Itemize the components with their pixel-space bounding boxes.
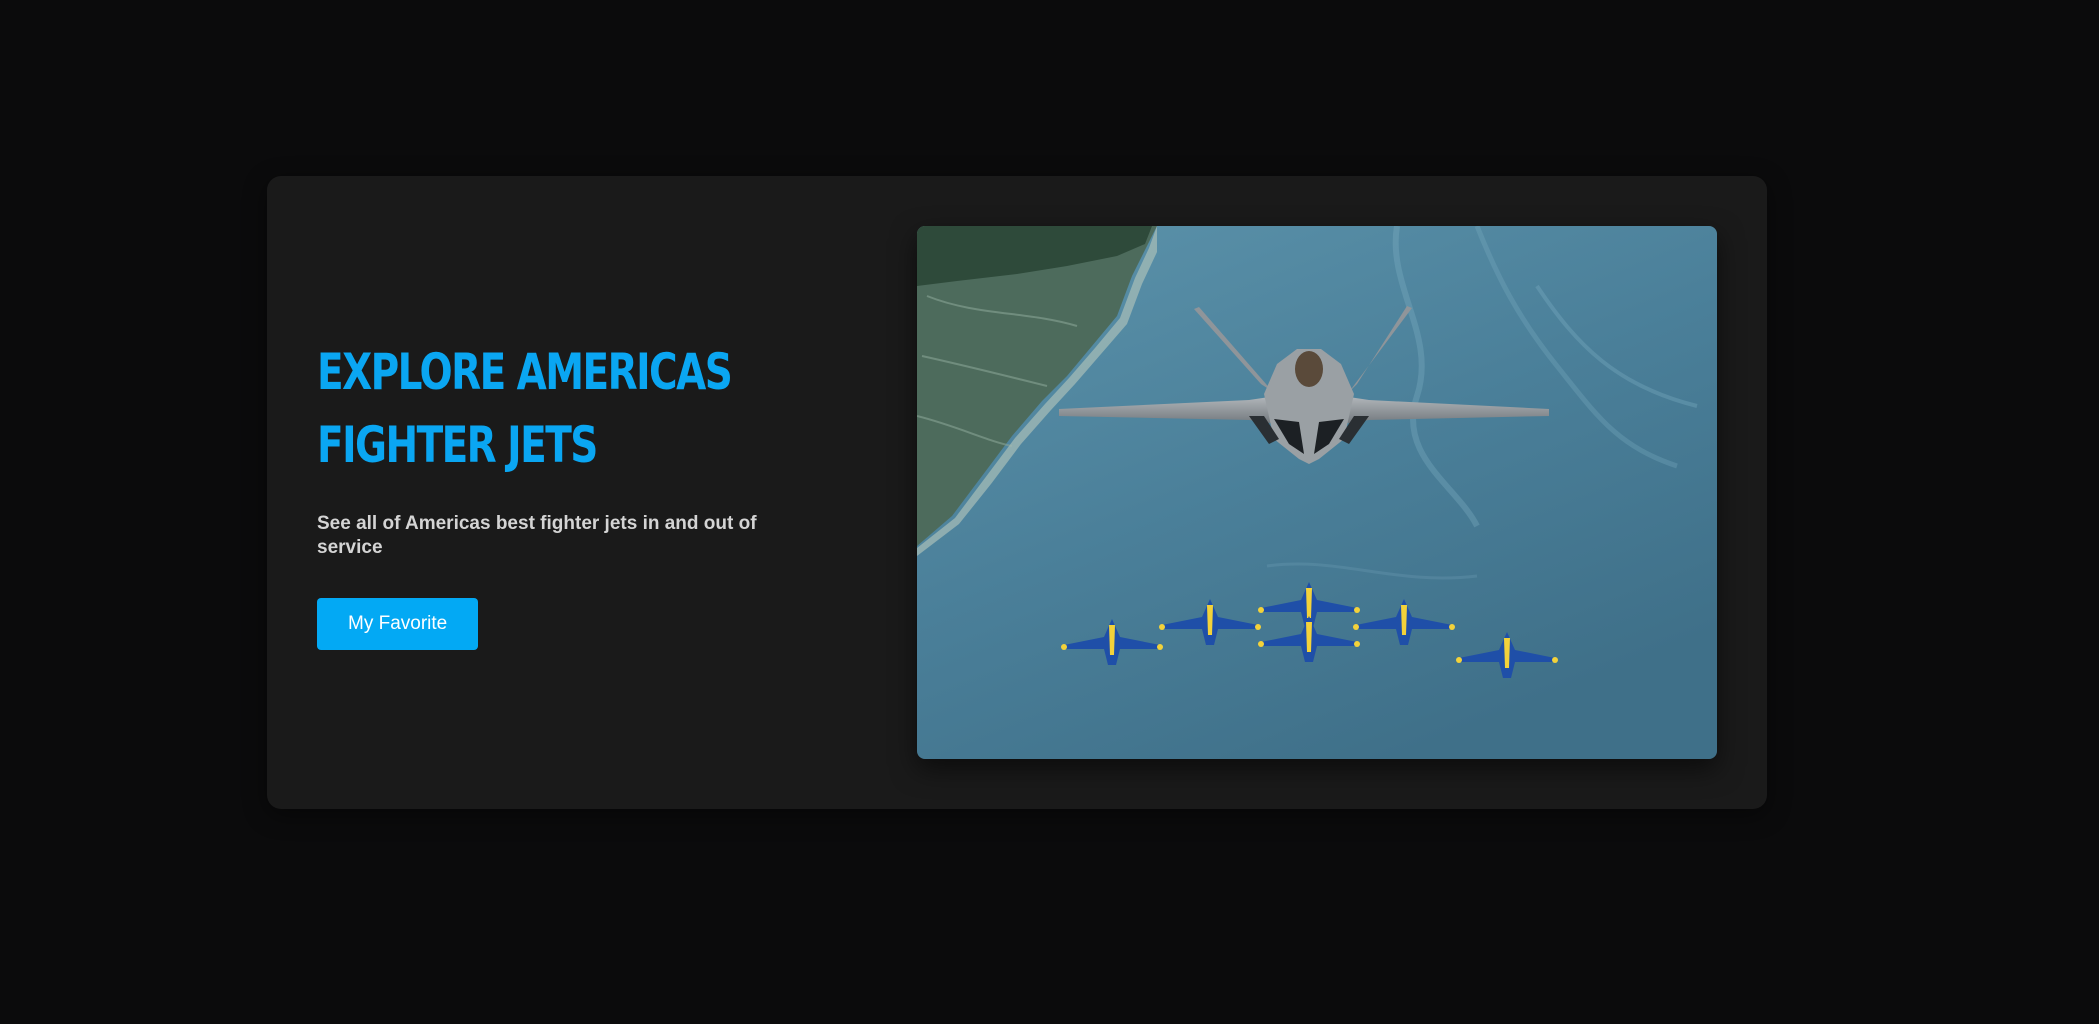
fighter-jets-photo bbox=[917, 226, 1717, 759]
hero-image bbox=[917, 226, 1717, 759]
hero-subtitle: See all of Americas best fighter jets in… bbox=[317, 513, 757, 558]
my-favorite-button[interactable]: My Favorite bbox=[317, 598, 479, 650]
hero-card: EXPLORE AMERICAS FIGHTER JETS See all of… bbox=[267, 176, 1767, 809]
hero-text: EXPLORE AMERICAS FIGHTER JETS See all of… bbox=[317, 336, 837, 650]
hero-headline: EXPLORE AMERICAS FIGHTER JETS bbox=[317, 343, 733, 474]
